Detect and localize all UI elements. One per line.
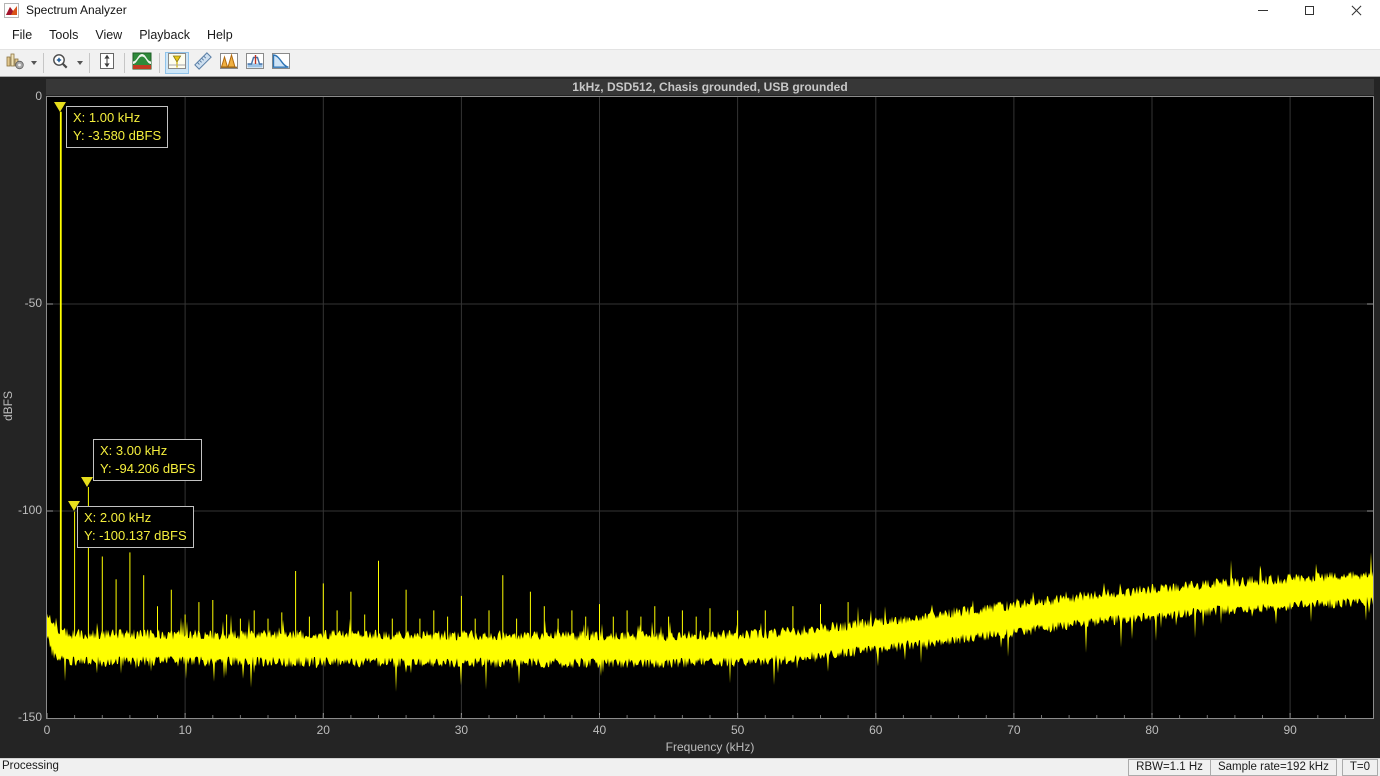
peak-marker-1khz[interactable]	[54, 102, 66, 112]
y-axis-label: dBFS	[1, 386, 15, 426]
x-tick-label: 20	[308, 723, 338, 737]
spectrum-analyzer-window: Spectrum Analyzer File Tools View Playba…	[0, 0, 1380, 776]
datatip-x-value: X: 1.00 kHz	[73, 109, 161, 127]
menu-tools[interactable]: Tools	[41, 24, 86, 46]
status-bar: Processing RBW=1.1 Hz Sample rate=192 kH…	[0, 758, 1380, 776]
zoom-button[interactable]	[49, 52, 73, 74]
maximize-icon	[1305, 6, 1314, 15]
toolbar	[0, 50, 1380, 77]
status-cells: RBW=1.1 Hz Sample rate=192 kHz T=0	[1129, 759, 1378, 776]
scale-y-axis-button[interactable]	[95, 52, 119, 74]
datatip-1khz[interactable]: X: 1.00 kHz Y: -3.580 dBFS	[66, 106, 168, 148]
menu-playback[interactable]: Playback	[131, 24, 198, 46]
status-time: T=0	[1342, 759, 1378, 776]
status-message: Processing	[0, 759, 1129, 776]
spectrum-trace	[47, 97, 1373, 718]
zoom-dropdown[interactable]	[74, 52, 85, 74]
x-tick-label: 50	[723, 723, 753, 737]
y-tick-label: 0	[0, 89, 42, 103]
x-tick-label: 60	[861, 723, 891, 737]
zoom-in-icon	[51, 52, 71, 75]
status-rbw: RBW=1.1 Hz	[1128, 759, 1211, 776]
chart-title: 1kHz, DSD512, Chasis grounded, USB groun…	[46, 79, 1374, 95]
data-cursor-button[interactable]	[165, 52, 189, 74]
spectral-mask-icon	[271, 52, 291, 75]
minimize-button[interactable]	[1239, 0, 1286, 20]
close-button[interactable]	[1333, 0, 1380, 20]
spectrum-display-icon	[132, 52, 152, 75]
y-tick-label: -100	[0, 503, 42, 517]
x-tick-label: 80	[1137, 723, 1167, 737]
scale-y-axis-icon	[97, 52, 117, 75]
minimize-icon	[1258, 10, 1268, 11]
data-cursor-icon	[167, 52, 187, 75]
chevron-down-icon	[31, 61, 37, 65]
plot-area[interactable]	[46, 96, 1374, 719]
chevron-down-icon	[77, 61, 83, 65]
window-controls	[1239, 0, 1380, 20]
datatip-x-value: X: 2.00 kHz	[84, 509, 187, 527]
x-tick-label: 30	[446, 723, 476, 737]
peak-marker-3khz[interactable]	[81, 477, 93, 487]
datatip-2khz[interactable]: X: 2.00 kHz Y: -100.137 dBFS	[77, 506, 194, 548]
status-sample-rate: Sample rate=192 kHz	[1210, 759, 1337, 776]
toolbar-separator	[159, 53, 160, 73]
y-tick-label: -50	[0, 296, 42, 310]
spectrum-settings-dropdown[interactable]	[28, 52, 39, 74]
matlab-logo-icon	[4, 3, 19, 18]
x-tick-label: 10	[170, 723, 200, 737]
x-tick-label: 0	[32, 723, 62, 737]
menu-bar: File Tools View Playback Help	[0, 20, 1380, 50]
menu-help[interactable]: Help	[199, 24, 241, 46]
datatip-y-value: Y: -3.580 dBFS	[73, 127, 161, 145]
figure-area: 1kHz, DSD512, Chasis grounded, USB groun…	[0, 77, 1380, 758]
x-axis-label: Frequency (kHz)	[46, 740, 1374, 754]
toolbar-separator	[124, 53, 125, 73]
spectral-mask-button[interactable]	[269, 52, 293, 74]
menu-view[interactable]: View	[87, 24, 130, 46]
x-tick-label: 70	[999, 723, 1029, 737]
spectrum-display-button[interactable]	[130, 52, 154, 74]
peak-finder-icon	[219, 52, 239, 75]
channel-measurements-icon	[245, 52, 265, 75]
x-tick-label: 90	[1275, 723, 1305, 737]
maximize-button[interactable]	[1286, 0, 1333, 20]
title-bar: Spectrum Analyzer	[0, 0, 1380, 20]
spectrum-settings-icon	[5, 52, 25, 75]
datatip-y-value: Y: -94.206 dBFS	[100, 460, 195, 478]
peak-finder-button[interactable]	[217, 52, 241, 74]
datatip-3khz[interactable]: X: 3.00 kHz Y: -94.206 dBFS	[93, 439, 202, 481]
toolbar-separator	[89, 53, 90, 73]
datatip-x-value: X: 3.00 kHz	[100, 442, 195, 460]
close-icon	[1351, 5, 1362, 16]
y-tick-label: -150	[0, 710, 42, 724]
channel-measurements-button[interactable]	[243, 52, 267, 74]
x-tick-label: 40	[585, 723, 615, 737]
datatip-y-value: Y: -100.137 dBFS	[84, 527, 187, 545]
distortion-ruler-icon	[193, 52, 213, 75]
menu-file[interactable]: File	[4, 24, 40, 46]
toolbar-separator	[43, 53, 44, 73]
spectrum-settings-button[interactable]	[3, 52, 27, 74]
window-title: Spectrum Analyzer	[26, 3, 127, 17]
distortion-measurements-button[interactable]	[191, 52, 215, 74]
